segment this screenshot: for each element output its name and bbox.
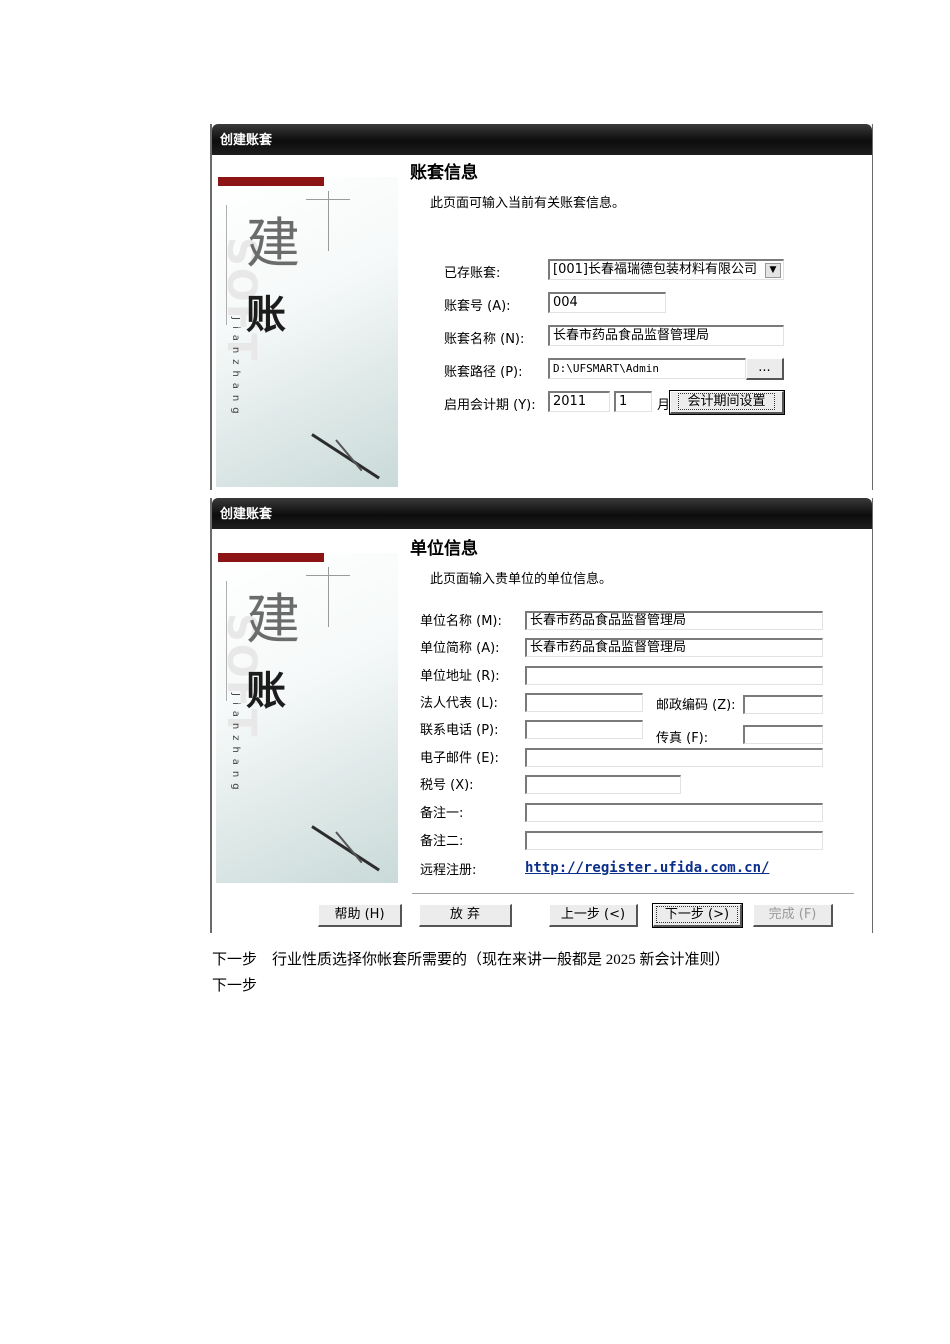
unit-name-label: 单位名称 (M): (420, 614, 502, 629)
start-month-input[interactable]: 1 (614, 391, 652, 412)
create-account-dialog-unit-info: 创建账套 SOFT 建 账 Jianzhang 单位信息 此页面输入贵单位的单位… (210, 498, 873, 933)
note2-label: 备注二: (420, 834, 464, 849)
unit-short-label: 单位简称 (A): (420, 641, 500, 656)
existing-account-label: 已存账套: (444, 266, 501, 281)
dropdown-arrow-icon[interactable]: ▼ (765, 263, 781, 278)
account-code-input[interactable]: 004 (548, 292, 666, 313)
tax-number-input[interactable] (525, 775, 681, 794)
email-input[interactable] (525, 748, 823, 767)
postcode-input[interactable] (743, 695, 823, 714)
phone-label: 联系电话 (P): (420, 723, 499, 738)
help-button[interactable]: 帮助 (H) (318, 904, 402, 927)
banner-line (328, 567, 329, 627)
remote-register-label: 远程注册: (420, 863, 477, 878)
postcode-label: 邮政编码 (Z): (656, 698, 736, 713)
fax-label: 传真 (F): (656, 731, 709, 746)
existing-account-value: [001]长春福瑞德包装材料有限公司 (553, 262, 757, 277)
account-code-label: 账套号 (A): (444, 299, 511, 314)
page-heading: 单位信息 (410, 539, 478, 559)
banner-char-zhang: 账 (246, 668, 286, 714)
next-step-label: 下一步 (>) (655, 906, 739, 923)
note1-input[interactable] (525, 803, 823, 822)
start-year-input[interactable]: 2011 (548, 391, 610, 412)
month-unit-label: 月 (657, 398, 671, 413)
banner-line (328, 191, 329, 251)
tax-number-label: 税号 (X): (420, 778, 474, 793)
browse-path-button[interactable]: ... (746, 358, 784, 380)
banner-red-bar (218, 177, 324, 186)
banner-char-zhang: 账 (246, 292, 286, 338)
fax-input[interactable] (743, 725, 823, 744)
note1-label: 备注一: (420, 806, 464, 821)
existing-account-select[interactable]: [001]长春福瑞德包装材料有限公司 ▼ (548, 259, 784, 280)
phone-input[interactable] (525, 720, 643, 739)
prev-step-button[interactable]: 上一步 (<) (549, 904, 638, 927)
period-settings-label: 会计期间设置 (678, 393, 775, 410)
dialog-title: 创建账套 (212, 124, 872, 155)
note2-input[interactable] (525, 831, 823, 850)
account-name-input[interactable]: 长春市药品食品监督管理局 (548, 325, 784, 346)
abandon-button[interactable]: 放 弃 (419, 904, 512, 927)
period-settings-button[interactable]: 会计期间设置 (669, 390, 785, 415)
banner-pinyin: Jianzhang (230, 317, 241, 420)
instruction-line-2: 下一步 (212, 978, 258, 994)
next-step-button[interactable]: 下一步 (>) (652, 903, 743, 928)
account-path-input[interactable]: D:\UFSMART\Admin (548, 358, 746, 379)
page-subtext: 此页面可输入当前有关账套信息。 (430, 196, 626, 211)
banner-pen-stroke (311, 433, 380, 480)
create-account-dialog-account-info: 创建账套 SOFT 建 账 Jianzhang 账套信息 此页面可输入当前有关账… (210, 124, 873, 490)
unit-name-input[interactable]: 长春市药品食品监督管理局 (525, 611, 823, 630)
page-heading: 账套信息 (410, 163, 478, 183)
account-name-label: 账套名称 (N): (444, 332, 525, 347)
unit-short-input[interactable]: 长春市药品食品监督管理局 (525, 638, 823, 657)
legal-rep-input[interactable] (525, 693, 643, 712)
banner-pinyin: Jianzhang (230, 693, 241, 796)
banner-pen-stroke (311, 825, 380, 872)
banner-char-jian: 建 (246, 588, 300, 651)
finish-button[interactable]: 完成 (F) (753, 904, 833, 927)
start-period-label: 启用会计期 (Y): (444, 398, 536, 413)
banner-pen-stroke (335, 439, 363, 472)
banner-red-bar (218, 553, 324, 562)
instruction-line-1: 下一步 行业性质选择你帐套所需要的（现在来讲一般都是 2025 新会计准则） (212, 952, 730, 968)
page-subtext: 此页面输入贵单位的单位信息。 (430, 572, 613, 587)
account-path-label: 账套路径 (P): (444, 365, 523, 380)
button-separator (412, 893, 854, 895)
banner-char-jian: 建 (246, 212, 300, 275)
unit-address-input[interactable] (525, 666, 823, 685)
dialog-title: 创建账套 (212, 498, 872, 529)
remote-register-link[interactable]: http://register.ufida.com.cn/ (525, 860, 769, 876)
legal-rep-label: 法人代表 (L): (420, 696, 498, 711)
side-banner: SOFT 建 账 Jianzhang (216, 553, 398, 883)
unit-address-label: 单位地址 (R): (420, 669, 500, 684)
banner-pen-stroke (335, 831, 363, 864)
email-label: 电子邮件 (E): (420, 751, 499, 766)
side-banner: SOFT 建 账 Jianzhang (216, 177, 398, 487)
